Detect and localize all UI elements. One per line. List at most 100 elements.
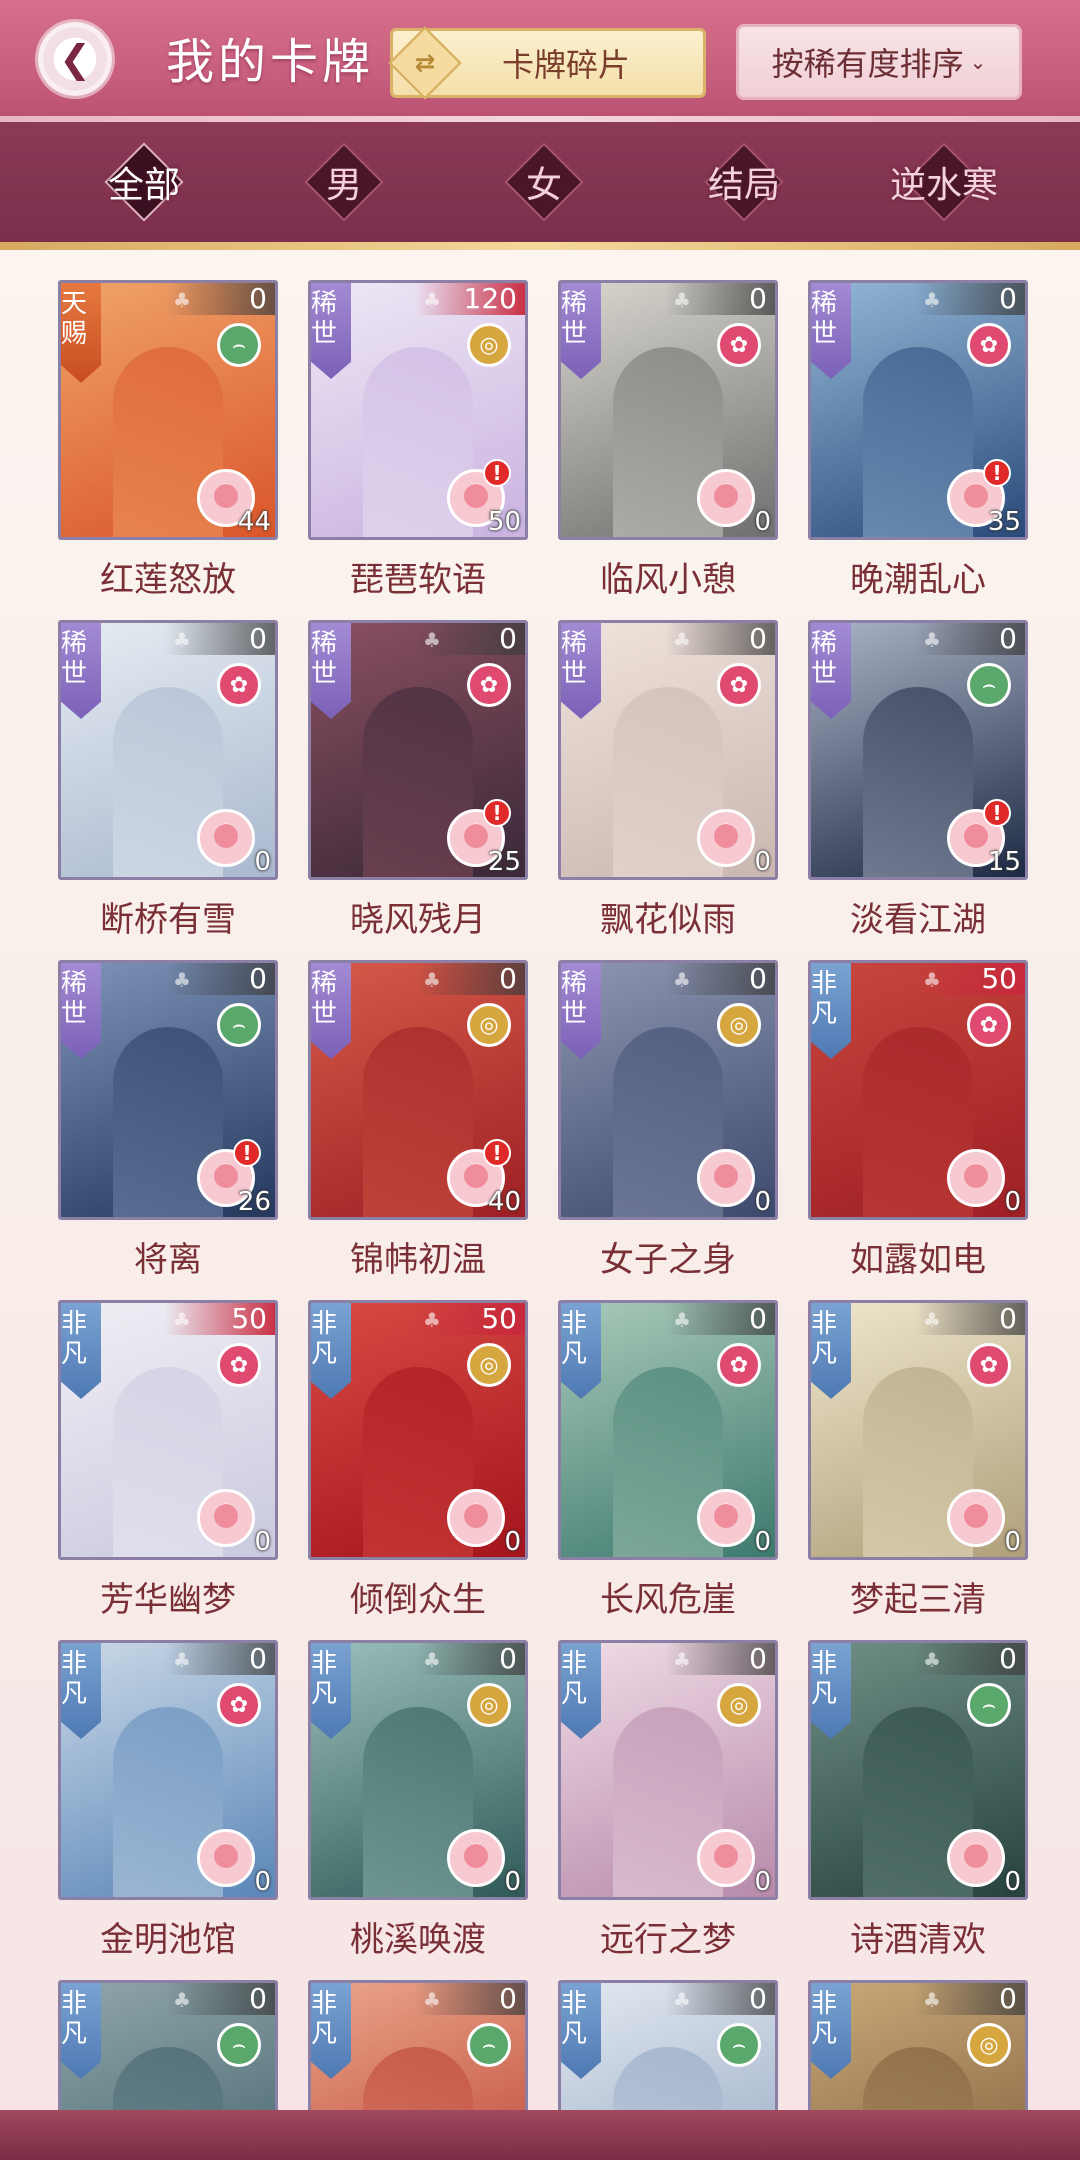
clover-icon: ♣ — [923, 968, 941, 992]
card-item[interactable]: ♣ 0 天赐 ⌢ 44 — [58, 280, 278, 540]
card-item[interactable]: ♣ 0 稀世 ◎! 40 — [308, 960, 528, 1220]
rarity-tag: 非凡 — [61, 1303, 101, 1399]
coin-attribute-icon: ◎ — [467, 1003, 511, 1047]
card-item[interactable]: ♣ 0 非凡 ⌢ — [58, 1980, 278, 2110]
card-item[interactable]: ♣ 0 非凡 ✿ 0 — [808, 1300, 1028, 1560]
card-item[interactable]: ♣ 0 稀世 ✿! 35 — [808, 280, 1028, 540]
fragment-count: 0 — [999, 282, 1017, 315]
clover-icon: ♣ — [923, 1988, 941, 2012]
card-level: 40 — [487, 1187, 521, 1217]
card-item[interactable]: ♣ 50 非凡 ✿ 0 — [58, 1300, 278, 1560]
filter-tab-female[interactable]: 女 — [504, 142, 584, 222]
card-name: 远行之梦 — [600, 1920, 736, 1960]
rarity-tag: 非凡 — [561, 1643, 601, 1739]
card-item[interactable]: ♣ 0 非凡 ◎ 0 — [308, 1640, 528, 1900]
card-level: 0 — [754, 847, 771, 877]
flower-attribute-icon: ✿ — [467, 663, 511, 707]
filter-tab-male[interactable]: 男 — [304, 142, 384, 222]
card-name: 如露如电 — [850, 1240, 986, 1280]
filter-tab-nishuihan[interactable]: 逆水寒 — [890, 142, 998, 222]
rarity-tag: 非凡 — [811, 1303, 851, 1399]
rarity-tag: 稀世 — [561, 283, 601, 379]
coin-attribute-icon: ◎ — [717, 1003, 761, 1047]
card-name: 将离 — [134, 1240, 202, 1280]
clover-icon: ♣ — [423, 1308, 441, 1332]
flower-attribute-icon: ✿ — [967, 1343, 1011, 1387]
flower-attribute-icon: ✿ — [967, 1003, 1011, 1047]
card-item[interactable]: ♣ 0 稀世 ✿! 25 — [308, 620, 528, 880]
level-badge — [947, 1149, 1005, 1207]
filter-bar: 全部 男 女 结局 逆水寒 — [0, 122, 1080, 250]
sort-dropdown[interactable]: 按稀有度排序 ⌄ — [736, 24, 1022, 100]
rarity-tag: 天赐 — [61, 283, 101, 383]
filter-tab-label: 男 — [325, 165, 362, 206]
fragment-count: 0 — [499, 1982, 517, 2015]
clover-icon: ♣ — [673, 288, 691, 312]
card-item[interactable]: ♣ 0 非凡 ◎ 0 — [558, 1640, 778, 1900]
chevron-left-icon: ❮ — [59, 37, 91, 81]
fragment-count: 0 — [249, 1982, 267, 2015]
coin-attribute-icon: ◎ — [717, 1683, 761, 1727]
rarity-tag: 非凡 — [61, 1983, 101, 2079]
card-item[interactable]: ♣ 50 非凡 ✿ 0 — [808, 960, 1028, 1220]
fan-attribute-icon: ⌢ — [217, 1003, 261, 1047]
card-level: 15 — [987, 847, 1021, 877]
clover-icon: ♣ — [173, 628, 191, 652]
card-item[interactable]: ♣ 50 非凡 ◎ 0 — [308, 1300, 528, 1560]
card-name: 梦起三清 — [850, 1580, 986, 1620]
fragment-count: 0 — [749, 622, 767, 655]
flower-attribute-icon: ✿ — [967, 323, 1011, 367]
card-fragments-button[interactable]: ⇄ 卡牌碎片 — [388, 26, 706, 100]
card-name: 锦帏初温 — [350, 1240, 486, 1280]
fragment-count: 50 — [981, 962, 1017, 995]
card-item[interactable]: ♣ 0 稀世 ✿ 0 — [558, 620, 778, 880]
fan-attribute-icon: ⌢ — [217, 323, 261, 367]
level-badge — [447, 1829, 505, 1887]
card-item[interactable]: ♣ 0 非凡 ✿ 0 — [58, 1640, 278, 1900]
level-badge — [197, 1489, 255, 1547]
rarity-tag: 非凡 — [561, 1983, 601, 2079]
rarity-tag: 非凡 — [311, 1303, 351, 1399]
clover-icon: ♣ — [423, 1648, 441, 1672]
rarity-tag: 稀世 — [811, 623, 851, 719]
card-name: 淡看江湖 — [850, 900, 986, 940]
card-item[interactable]: ♣ 0 非凡 ⌢ 0 — [808, 1640, 1028, 1900]
sort-label: 按稀有度排序 — [771, 45, 964, 83]
card-name: 金明池馆 — [100, 1920, 236, 1960]
card-list[interactable]: ♣ 0 天赐 ⌢ 44 红莲怒放 ♣ 120 稀世 ◎! 50 琵琶软语 ♣ 0 稀世 ✿ 0 临风小憩 ♣ 0 稀世 ✿… — [0, 250, 1080, 2110]
card-item[interactable]: ♣ 120 稀世 ◎! 50 — [308, 280, 528, 540]
card-item[interactable]: ♣ 0 非凡 ◎ — [808, 1980, 1028, 2110]
card-item[interactable]: ♣ 0 稀世 ⌢! 26 — [58, 960, 278, 1220]
clover-icon: ♣ — [673, 1988, 691, 2012]
fragment-count: 0 — [749, 962, 767, 995]
card-item[interactable]: ♣ 0 稀世 ✿ 0 — [58, 620, 278, 880]
back-button[interactable]: ❮ — [38, 22, 112, 96]
card-item[interactable]: ♣ 0 稀世 ◎ 0 — [558, 960, 778, 1220]
card-name: 临风小憩 — [600, 560, 736, 600]
card-item[interactable]: ♣ 0 稀世 ✿ 0 — [558, 280, 778, 540]
bottom-bar — [0, 2110, 1080, 2160]
flower-attribute-icon: ✿ — [717, 663, 761, 707]
card-item[interactable]: ♣ 0 非凡 ⌢ — [558, 1980, 778, 2110]
clover-icon: ♣ — [673, 968, 691, 992]
clover-icon: ♣ — [173, 1648, 191, 1672]
clover-icon: ♣ — [173, 1308, 191, 1332]
filter-tab-all[interactable]: 全部 — [104, 142, 184, 222]
filter-tab-ending[interactable]: 结局 — [704, 142, 784, 222]
card-level: 0 — [1004, 1867, 1021, 1897]
clover-icon: ♣ — [423, 1988, 441, 2012]
fragment-count: 0 — [249, 1642, 267, 1675]
clover-icon: ♣ — [923, 288, 941, 312]
clover-icon: ♣ — [423, 288, 441, 312]
card-level: 0 — [1004, 1187, 1021, 1217]
fan-attribute-icon: ⌢ — [717, 2023, 761, 2067]
alert-icon: ! — [983, 459, 1011, 487]
card-name: 飘花似雨 — [600, 900, 736, 940]
card-item[interactable]: ♣ 0 稀世 ⌢! 15 — [808, 620, 1028, 880]
alert-icon: ! — [983, 799, 1011, 827]
fan-attribute-icon: ⌢ — [967, 1683, 1011, 1727]
alert-icon: ! — [483, 459, 511, 487]
card-item[interactable]: ♣ 0 非凡 ⌢ — [308, 1980, 528, 2110]
card-item[interactable]: ♣ 0 非凡 ✿ 0 — [558, 1300, 778, 1560]
coin-attribute-icon: ◎ — [467, 1343, 511, 1387]
